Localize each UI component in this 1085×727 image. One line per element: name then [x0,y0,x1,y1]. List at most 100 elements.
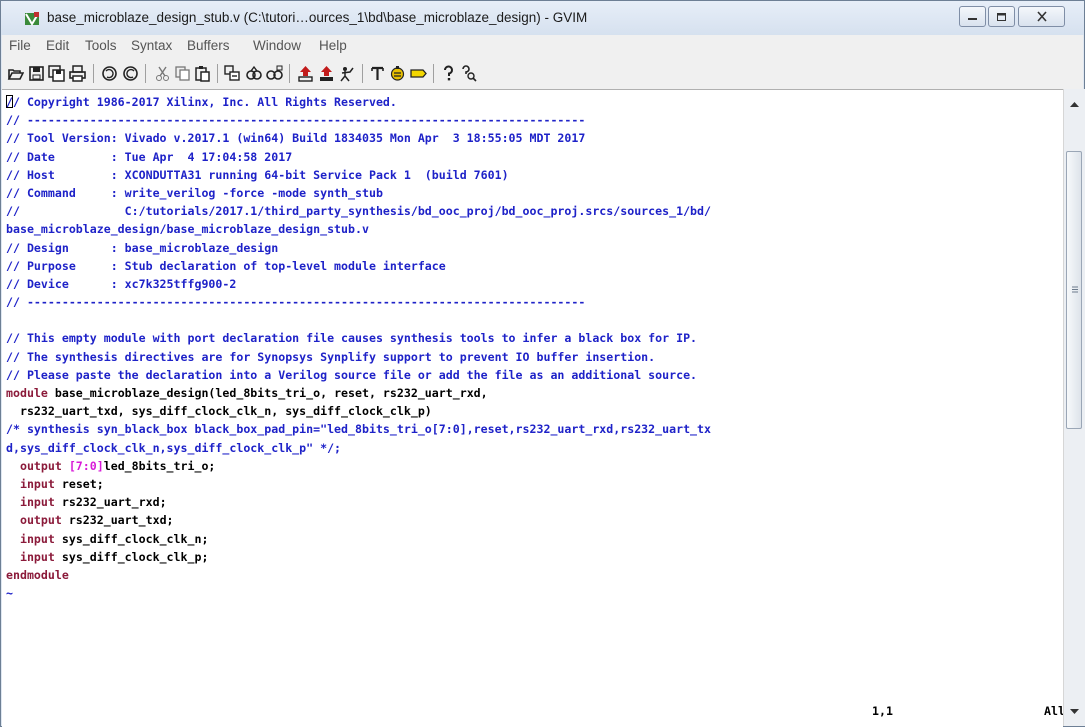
code-line: ~ [6,584,711,602]
code-line: // Date : Tue Apr 4 17:04:58 2017 [6,148,711,166]
code-line: // This empty module with port declarati… [6,329,711,347]
code-line: input sys_diff_clock_clk_n; [6,530,711,548]
code-token: sys_diff_clock_clk_n; [54,531,209,546]
code-token: rs232_uart_rxd; [54,495,167,510]
make-icon[interactable] [369,65,386,82]
comment-token: // This empty module with port declarati… [6,331,698,346]
save-icon[interactable] [28,65,45,82]
load-session-icon[interactable] [297,65,314,82]
tilde-token: ~ [6,586,13,601]
code-line: // Host : XCONDUTTA31 running 64-bit Ser… [6,166,711,184]
code-line: // Please paste the declaration into a V… [6,366,711,384]
toolbar-separator [433,64,434,83]
scroll-up-arrow-icon[interactable] [1069,100,1080,108]
save-session-icon[interactable] [318,65,335,82]
kw-token: output [6,513,62,528]
kw-token: input [6,476,55,491]
copy-icon[interactable] [174,65,191,82]
cursor-position: 1,1 [872,704,893,718]
gvim-window: base_microblaze_design_stub.v (C:\tutori… [0,0,1085,727]
vertical-scrollbar[interactable] [1063,89,1085,726]
toolbar-separator [289,64,290,83]
kw-token: module [6,386,48,400]
window-title: base_microblaze_design_stub.v (C:\tutori… [47,10,588,25]
toolbar-separator [217,64,218,83]
comment-token: d,sys_diff_clock_clk_n,sys_diff_clock_cl… [6,440,342,455]
menu-window[interactable]: Window [253,38,301,53]
find-prev-icon[interactable] [266,65,283,82]
comment-token: // Purpose : Stub declaration of top-lev… [6,258,446,273]
close-button[interactable] [1018,6,1065,27]
grip-icon [1072,286,1078,293]
kw-token: endmodule [6,567,69,582]
help-icon[interactable] [440,65,457,82]
code-token: base_microblaze_design(led_8bits_tri_o, … [47,386,488,400]
code-line: endmodule [6,566,711,584]
code-token: reset; [54,476,104,491]
comment-token: /* synthesis syn_black_box black_box_pad… [6,422,711,437]
code-line: input sys_diff_clock_clk_p; [6,548,711,566]
comment-token: // Command : write_verilog -force -mode … [6,185,383,200]
toolbar [2,57,1083,90]
menu-edit[interactable]: Edit [46,38,69,53]
comment-token: // Date : Tue Apr 4 17:04:58 2017 [6,149,293,164]
maximize-icon [997,12,1006,21]
menu-file[interactable]: File [9,38,31,53]
menu-help[interactable]: Help [319,38,347,53]
code-line: output rs232_uart_txd; [6,511,711,529]
code-line: // Copyright 1986-2017 Xilinx, Inc. All … [6,93,711,111]
code-line: d,sys_diff_clock_clk_n,sys_diff_clock_cl… [6,439,711,457]
open-icon[interactable] [7,65,24,82]
maximize-button[interactable] [988,6,1015,27]
scroll-indicator: All [1044,704,1063,718]
code-line: output [7:0]led_8bits_tri_o; [6,457,711,475]
menu-buffers[interactable]: Buffers [187,38,230,53]
comment-token: // Copyright 1986-2017 Xilinx, Inc. All … [6,95,397,109]
run-script-icon[interactable] [339,65,356,82]
toolbar-separator [362,64,363,83]
shell-icon[interactable] [389,65,406,82]
menu-syntax[interactable]: Syntax [131,38,172,53]
scroll-down-arrow-icon[interactable] [1069,708,1080,716]
title-bar[interactable]: base_microblaze_design_stub.v (C:\tutori… [1,1,1084,35]
replace-icon[interactable] [224,65,241,82]
code-token: rs232_uart_txd; [61,513,174,528]
code-view: // Copyright 1986-2017 Xilinx, Inc. All … [6,93,711,602]
save-all-icon[interactable] [48,65,65,82]
redo-icon[interactable] [122,65,139,82]
ctags-icon[interactable] [410,65,427,82]
code-line: // Device : xc7k325tffg900-2 [6,275,711,293]
editor-text-area[interactable]: // Copyright 1986-2017 Xilinx, Inc. All … [2,89,1063,727]
gvim-app-icon [25,12,39,26]
code-line: // -------------------------------------… [6,293,711,311]
code-line: // Design : base_microblaze_design [6,239,711,257]
comment-token: base_microblaze_design/base_microblaze_d… [6,222,369,237]
paste-icon[interactable] [194,65,211,82]
code-line: module base_microblaze_design(led_8bits_… [6,384,711,402]
minimize-button[interactable] [959,6,986,27]
print-icon[interactable] [69,65,86,82]
code-line: // C:/tutorials/2017.1/third_party_synth… [6,202,711,220]
toolbar-separator [145,64,146,83]
num-token: [7:0] [61,458,104,473]
code-token: sys_diff_clock_clk_p; [54,549,209,564]
code-line: /* synthesis syn_black_box black_box_pad… [6,420,711,438]
menu-tools[interactable]: Tools [85,38,117,53]
menu-bar: File Edit Tools Syntax Buffers Window He… [2,35,1083,57]
comment-token: // Host : XCONDUTTA31 running 64-bit Ser… [6,167,509,182]
cut-icon[interactable] [154,65,171,82]
comment-token: // Tool Version: Vivado v.2017.1 (win64)… [6,131,586,146]
find-next-icon[interactable] [245,65,262,82]
code-line: rs232_uart_txd, sys_diff_clock_clk_n, sy… [6,402,711,420]
scrollbar-thumb[interactable] [1066,151,1082,429]
find-help-icon[interactable] [460,65,477,82]
code-line: // Tool Version: Vivado v.2017.1 (win64)… [6,129,711,147]
kw-token: input [6,531,55,546]
code-line: // The synthesis directives are for Syno… [6,348,711,366]
comment-token: // C:/tutorials/2017.1/third_party_synth… [6,204,711,219]
code-line: input reset; [6,475,711,493]
minimize-icon [968,18,977,20]
comment-token: // -------------------------------------… [6,113,586,128]
comment-token: // -------------------------------------… [6,295,586,310]
undo-icon[interactable] [101,65,118,82]
